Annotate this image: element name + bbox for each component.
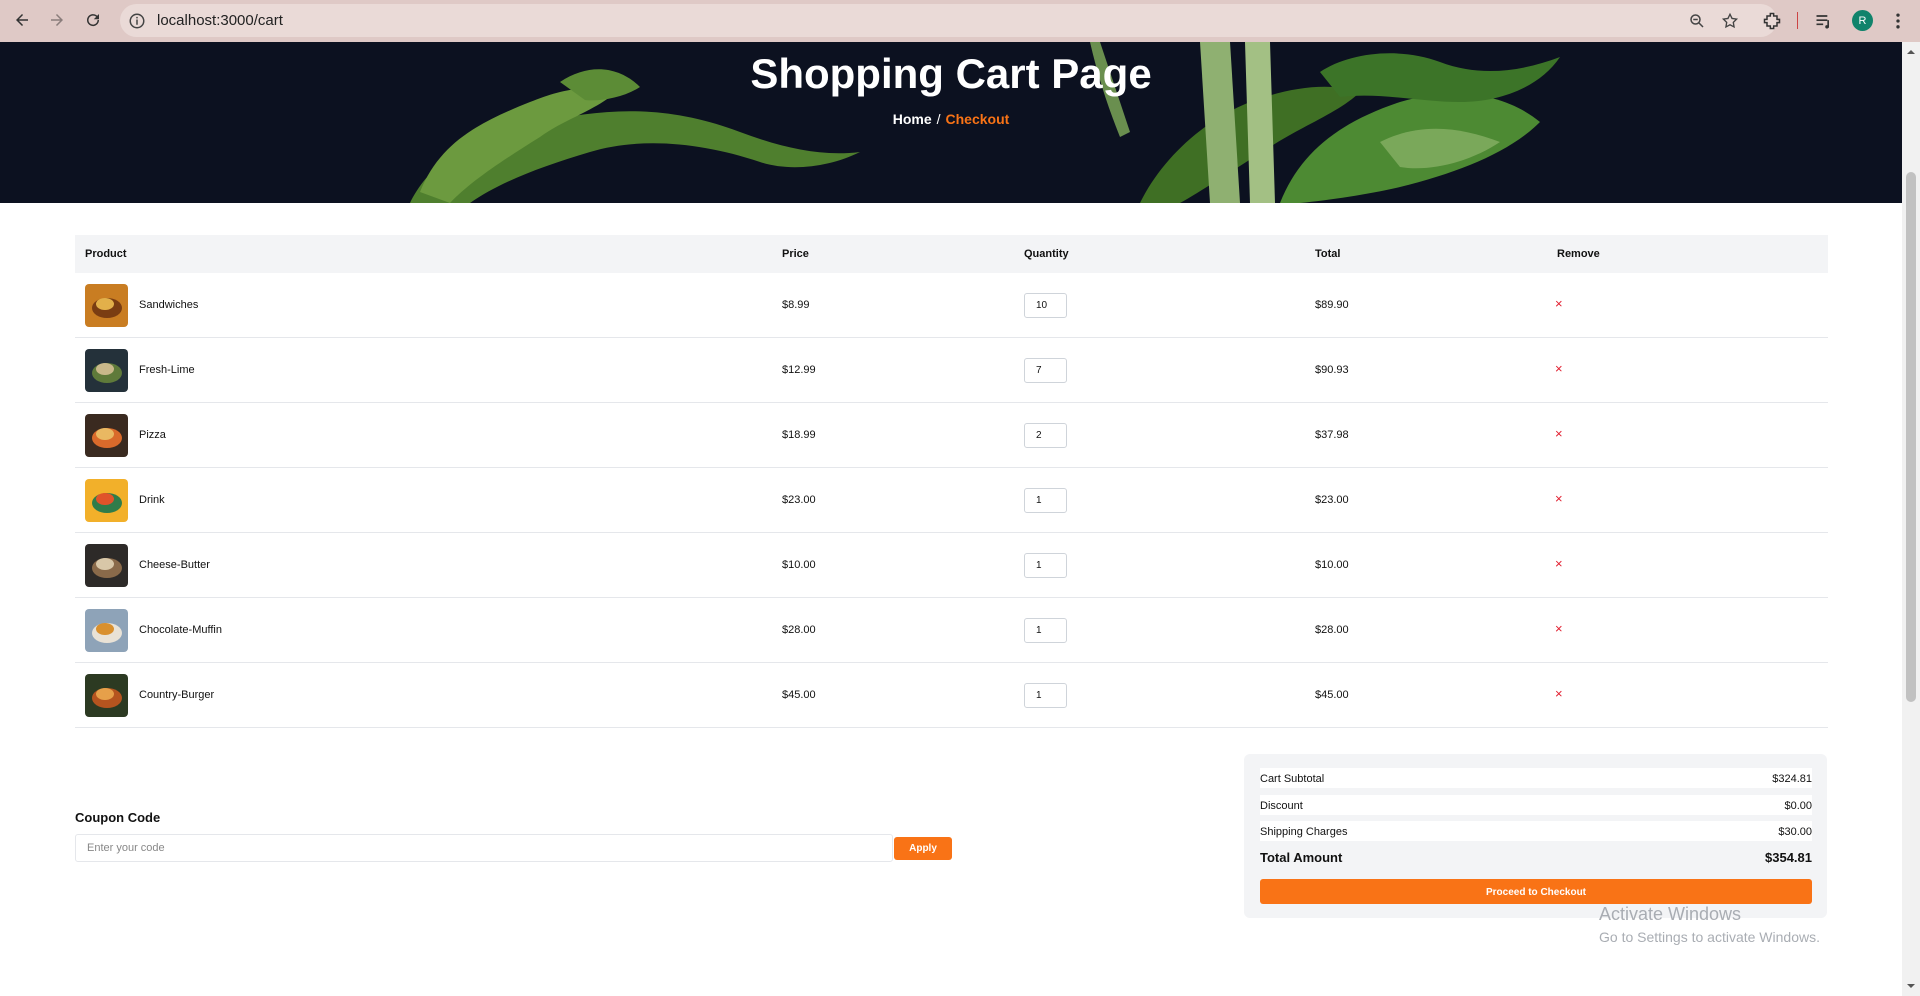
subtotal-row: Cart Subtotal $324.81: [1260, 768, 1812, 788]
header-total: Total: [1315, 248, 1341, 260]
total-label: Total Amount: [1260, 850, 1343, 865]
coupon-input[interactable]: Enter your code: [75, 834, 893, 862]
site-info-icon[interactable]: [128, 12, 146, 30]
header-remove: Remove: [1557, 248, 1600, 260]
product-price: $10.00: [782, 559, 816, 571]
product-price: $18.99: [782, 429, 816, 441]
breadcrumb-separator: /: [936, 111, 941, 127]
table-row: Fresh-Lime $12.99 7 $90.93 ×: [75, 338, 1828, 403]
forward-icon[interactable]: [44, 7, 70, 33]
product-total: $28.00: [1315, 624, 1349, 636]
table-row: Country-Burger $45.00 1 $45.00 ×: [75, 663, 1828, 728]
scroll-down-icon[interactable]: [1906, 981, 1916, 991]
remove-item-icon[interactable]: ×: [1555, 361, 1563, 376]
table-row: Cheese-Butter $10.00 1 $10.00 ×: [75, 533, 1828, 598]
product-price: $8.99: [782, 299, 810, 311]
breadcrumb: Home / Checkout: [0, 111, 1902, 127]
product-name: Pizza: [139, 429, 166, 441]
product-thumbnail: [85, 479, 128, 522]
discount-row: Discount $0.00: [1260, 795, 1812, 815]
product-name: Country-Burger: [139, 689, 215, 701]
product-total: $89.90: [1315, 299, 1349, 311]
apply-coupon-button[interactable]: Apply: [894, 837, 952, 860]
product-total: $10.00: [1315, 559, 1349, 571]
product-thumbnail: [85, 414, 128, 457]
product-thumbnail: [85, 674, 128, 717]
quantity-input[interactable]: 1: [1024, 683, 1067, 708]
shipping-row: Shipping Charges $30.00: [1260, 821, 1812, 841]
url-text[interactable]: localhost:3000/cart: [157, 12, 283, 29]
table-header: Product Price Quantity Total Remove: [75, 235, 1828, 273]
product-name: Drink: [139, 494, 165, 506]
page-scrollbar[interactable]: [1902, 42, 1920, 996]
table-row: Drink $23.00 1 $23.00 ×: [75, 468, 1828, 533]
cart-summary: Cart Subtotal $324.81 Discount $0.00 Shi…: [1244, 754, 1827, 918]
toolbar-divider: [1797, 12, 1798, 29]
scroll-up-icon[interactable]: [1906, 47, 1916, 57]
product-price: $28.00: [782, 624, 816, 636]
coupon-label: Coupon Code: [75, 810, 161, 825]
product-thumbnail: [85, 349, 128, 392]
product-price: $12.99: [782, 364, 816, 376]
bookmark-star-icon[interactable]: [1721, 12, 1739, 30]
product-total: $90.93: [1315, 364, 1349, 376]
product-price: $45.00: [782, 689, 816, 701]
product-total: $45.00: [1315, 689, 1349, 701]
header-quantity: Quantity: [1024, 248, 1069, 260]
product-thumbnail: [85, 544, 128, 587]
windows-watermark-subtitle: Go to Settings to activate Windows.: [1599, 929, 1820, 945]
profile-avatar[interactable]: R: [1852, 10, 1873, 31]
product-name: Chocolate-Muffin: [139, 624, 222, 636]
product-thumbnail: [85, 609, 128, 652]
browser-toolbar: localhost:3000/cart R: [0, 0, 1920, 42]
table-row: Pizza $18.99 2 $37.98 ×: [75, 403, 1828, 468]
address-bar[interactable]: localhost:3000/cart: [120, 4, 1777, 37]
remove-item-icon[interactable]: ×: [1555, 426, 1563, 441]
quantity-input[interactable]: 1: [1024, 488, 1067, 513]
shipping-label: Shipping Charges: [1260, 826, 1348, 838]
quantity-input[interactable]: 1: [1024, 553, 1067, 578]
menu-kebab-icon[interactable]: [1888, 11, 1908, 31]
media-control-icon[interactable]: [1814, 11, 1834, 31]
proceed-to-checkout-button[interactable]: Proceed to Checkout: [1260, 879, 1812, 904]
windows-watermark-title: Activate Windows: [1599, 904, 1742, 924]
remove-item-icon[interactable]: ×: [1555, 491, 1563, 506]
extensions-icon[interactable]: [1762, 11, 1782, 31]
remove-item-icon[interactable]: ×: [1555, 556, 1563, 571]
breadcrumb-home-link[interactable]: Home: [893, 111, 932, 127]
product-price: $23.00: [782, 494, 816, 506]
shipping-value: $30.00: [1778, 826, 1812, 838]
back-icon[interactable]: [9, 7, 35, 33]
page-title: Shopping Cart Page: [750, 50, 1152, 97]
remove-item-icon[interactable]: ×: [1555, 621, 1563, 636]
header-product: Product: [85, 248, 127, 260]
quantity-input[interactable]: 7: [1024, 358, 1067, 383]
discount-value: $0.00: [1784, 800, 1812, 812]
product-thumbnail: [85, 284, 128, 327]
breadcrumb-current: Checkout: [945, 111, 1010, 127]
quantity-input[interactable]: 1: [1024, 618, 1067, 643]
remove-item-icon[interactable]: ×: [1555, 296, 1563, 311]
table-row: Chocolate-Muffin $28.00 1 $28.00 ×: [75, 598, 1828, 663]
subtotal-value: $324.81: [1772, 773, 1812, 785]
table-row: Sandwiches $8.99 10 $89.90 ×: [75, 273, 1828, 338]
quantity-input[interactable]: 2: [1024, 423, 1067, 448]
discount-label: Discount: [1260, 800, 1303, 812]
cart-table: Product Price Quantity Total Remove Sand…: [75, 235, 1828, 728]
product-name: Cheese-Butter: [139, 559, 210, 571]
scrollbar-thumb[interactable]: [1906, 172, 1916, 702]
product-name: Sandwiches: [139, 299, 199, 311]
header-price: Price: [782, 248, 809, 260]
remove-item-icon[interactable]: ×: [1555, 686, 1563, 701]
total-value: $354.81: [1765, 850, 1812, 865]
zoom-icon[interactable]: [1688, 12, 1706, 30]
reload-icon[interactable]: [80, 7, 106, 33]
subtotal-label: Cart Subtotal: [1260, 773, 1325, 785]
product-total: $23.00: [1315, 494, 1349, 506]
hero-banner: Shopping Cart Page Home / Checkout: [0, 42, 1902, 203]
total-row: Total Amount $354.81: [1260, 850, 1812, 865]
product-total: $37.98: [1315, 429, 1349, 441]
product-name: Fresh-Lime: [139, 364, 195, 376]
quantity-input[interactable]: 10: [1024, 293, 1067, 318]
